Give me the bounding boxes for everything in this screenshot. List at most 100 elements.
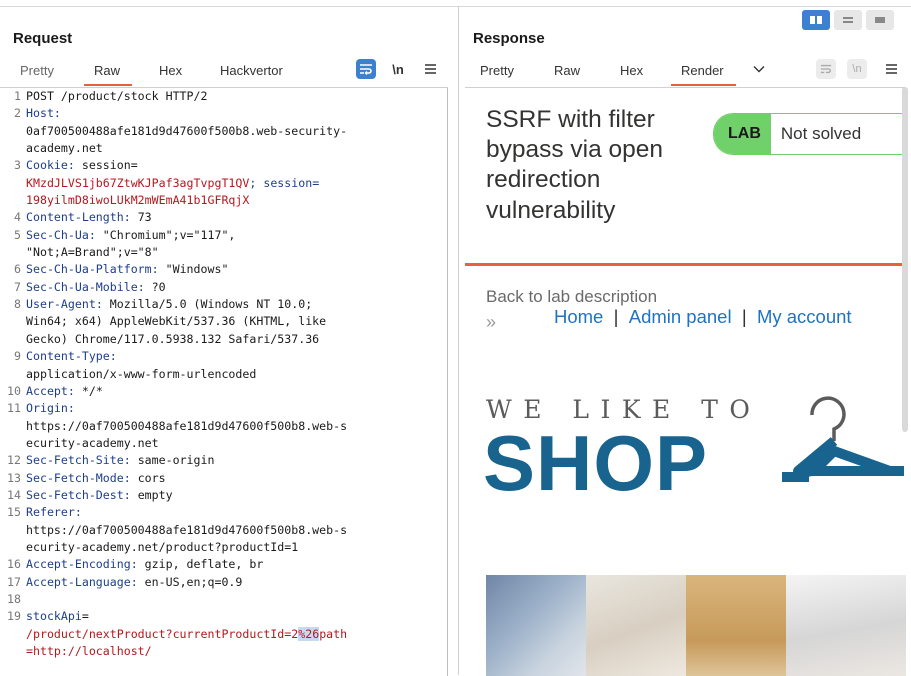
line-text: Sec-Ch-Ua-Mobile: ?0 (26, 279, 166, 294)
line-text: "Not;A=Brand";v="8" (26, 245, 159, 260)
code-line: 7 Sec-Ch-Ua-Mobile: ?0 (0, 279, 447, 296)
code-line: 5 Sec-Ch-Ua: "Chromium";v="117", (0, 227, 447, 244)
line-text: Sec-Fetch-Mode: cors (26, 470, 166, 485)
split-horizontal-icon[interactable] (802, 10, 830, 30)
line-text: application/x-www-form-urlencoded (26, 366, 257, 381)
line-text: Sec-Ch-Ua-Platform: "Windows" (26, 262, 229, 277)
request-title: Request (13, 30, 73, 47)
request-tab-hackvertor[interactable]: Hackvertor (220, 63, 283, 83)
response-tab-render[interactable]: Render (671, 63, 736, 86)
line-number: 12 (7, 453, 21, 468)
line-text: Win64; x64) AppleWebKit/537.36 (KHTML, l… (26, 314, 327, 329)
code-line: 9 Content-Type: (0, 348, 447, 365)
product-image[interactable] (786, 575, 906, 676)
request-tab-raw[interactable]: Raw (83, 63, 133, 86)
line-number (0, 123, 26, 140)
line-number (0, 435, 26, 452)
top-border (0, 0, 911, 7)
response-pane: Response Pretty Raw Hex Render \n SSRF w… (458, 7, 911, 676)
nav-my-account-link[interactable]: My account (757, 306, 852, 328)
split-vertical-icon[interactable] (834, 10, 862, 30)
line-text: 198yilmD8iwoLUkM2mWEmA41b1GFRqjX (26, 193, 250, 208)
line-text: Accept: */* (26, 383, 103, 398)
line-text: ecurity-academy.net/product?productId=1 (26, 539, 299, 554)
response-tab-pretty[interactable]: Pretty (480, 63, 514, 83)
single-pane-icon[interactable] (866, 10, 894, 30)
line-number: 16 (7, 557, 21, 572)
line-text: User-Agent: Mozilla/5.0 (Windows NT 10.0… (26, 297, 313, 312)
line-number: 11 (7, 401, 21, 416)
code-line: https://0af700500488afe181d9d47600f500b8… (0, 418, 447, 435)
response-word-wrap-icon[interactable] (816, 59, 836, 79)
code-line: 2 Host: (0, 105, 447, 122)
nav-home-link[interactable]: Home (554, 306, 603, 328)
line-number: 1 (14, 89, 21, 103)
site-nav: Home | Admin panel | My account (554, 306, 852, 328)
line-number: 3 (14, 158, 21, 173)
nav-admin-panel-link[interactable]: Admin panel (629, 306, 732, 328)
line-text: Content-Length: 73 (26, 210, 152, 225)
request-tab-pretty[interactable]: Pretty (20, 63, 54, 83)
response-tab-hex[interactable]: Hex (620, 63, 643, 83)
product-image[interactable] (686, 575, 786, 676)
lab-title: SSRF with filter bypass via open redirec… (486, 106, 664, 224)
line-text: stockApi= (26, 609, 89, 624)
code-line: 16 Accept-Encoding: gzip, deflate, br (0, 556, 447, 573)
line-number: 17 (7, 574, 21, 589)
request-tab-hex[interactable]: Hex (159, 63, 182, 83)
chevron-down-icon[interactable] (752, 59, 766, 79)
line-number (0, 366, 26, 383)
line-text: ecurity-academy.net (26, 435, 159, 450)
line-text: Sec-Fetch-Dest: empty (26, 487, 173, 502)
request-editor[interactable]: 1 POST /product/stock HTTP/2 2 Host: 0af7005… (0, 87, 448, 676)
line-number: 8 (14, 297, 21, 312)
code-line: ecurity-academy.net (0, 435, 447, 452)
code-line: /product/nextProduct?currentProductId=2%… (0, 626, 447, 643)
line-number (0, 313, 26, 330)
word-wrap-icon[interactable] (356, 59, 376, 79)
newline-toggle-icon[interactable]: \n (389, 59, 407, 79)
code-line: 11 Origin: (0, 400, 447, 417)
line-number: 7 (14, 279, 21, 294)
line-text: Accept-Language: en-US,en;q=0.9 (26, 574, 243, 589)
header-divider (465, 263, 906, 266)
code-line: 1 POST /product/stock HTTP/2 (0, 88, 447, 105)
line-text: Sec-Ch-Ua: "Chromium";v="117", (26, 227, 236, 242)
menu-icon[interactable] (422, 59, 438, 79)
line-number: 15 (7, 505, 21, 520)
line-number (0, 539, 26, 556)
line-text: Accept-Encoding: gzip, deflate, br (26, 557, 264, 572)
line-number: 2 (14, 106, 21, 121)
line-number (0, 626, 26, 643)
line-text: 0af700500488afe181d9d47600f500b8.web-sec… (26, 123, 348, 138)
product-image[interactable] (586, 575, 686, 676)
code-line: Gecko) Chrome/117.0.5938.132 Safari/537.… (0, 331, 447, 348)
back-to-lab-link[interactable]: Back to lab description (486, 287, 657, 307)
code-line: 18 (0, 591, 447, 608)
layout-switcher (802, 10, 894, 30)
line-number (0, 643, 26, 660)
hanger-logo-icon (782, 396, 904, 482)
product-image[interactable] (486, 575, 586, 676)
code-line: "Not;A=Brand";v="8" (0, 244, 447, 261)
code-line: 6 Sec-Ch-Ua-Platform: "Windows" (0, 261, 447, 278)
line-number (0, 244, 26, 261)
response-tab-raw[interactable]: Raw (554, 63, 580, 83)
line-number: 9 (14, 349, 21, 364)
code-line: 15 Referer: (0, 504, 447, 521)
line-number (0, 140, 26, 157)
code-line: application/x-www-form-urlencoded (0, 366, 447, 383)
line-text: Host: (26, 106, 61, 121)
code-line: academy.net (0, 140, 447, 157)
line-text: Referer: (26, 505, 82, 520)
code-line: 13 Sec-Fetch-Mode: cors (0, 470, 447, 487)
line-text: Sec-Fetch-Site: same-origin (26, 453, 215, 468)
request-pane: Request Pretty Raw Hex Hackvertor \n 1 PO… (0, 7, 457, 676)
line-text: academy.net (26, 141, 103, 156)
code-line: 198yilmD8iwoLUkM2mWEmA41b1GFRqjX (0, 192, 447, 209)
response-newline-icon[interactable]: \n (847, 59, 867, 79)
response-menu-icon[interactable] (883, 59, 899, 79)
code-line: 17 Accept-Language: en-US,en;q=0.9 (0, 574, 447, 591)
render-scrollbar[interactable] (902, 87, 908, 432)
code-line: =http://localhost/ (0, 643, 447, 660)
